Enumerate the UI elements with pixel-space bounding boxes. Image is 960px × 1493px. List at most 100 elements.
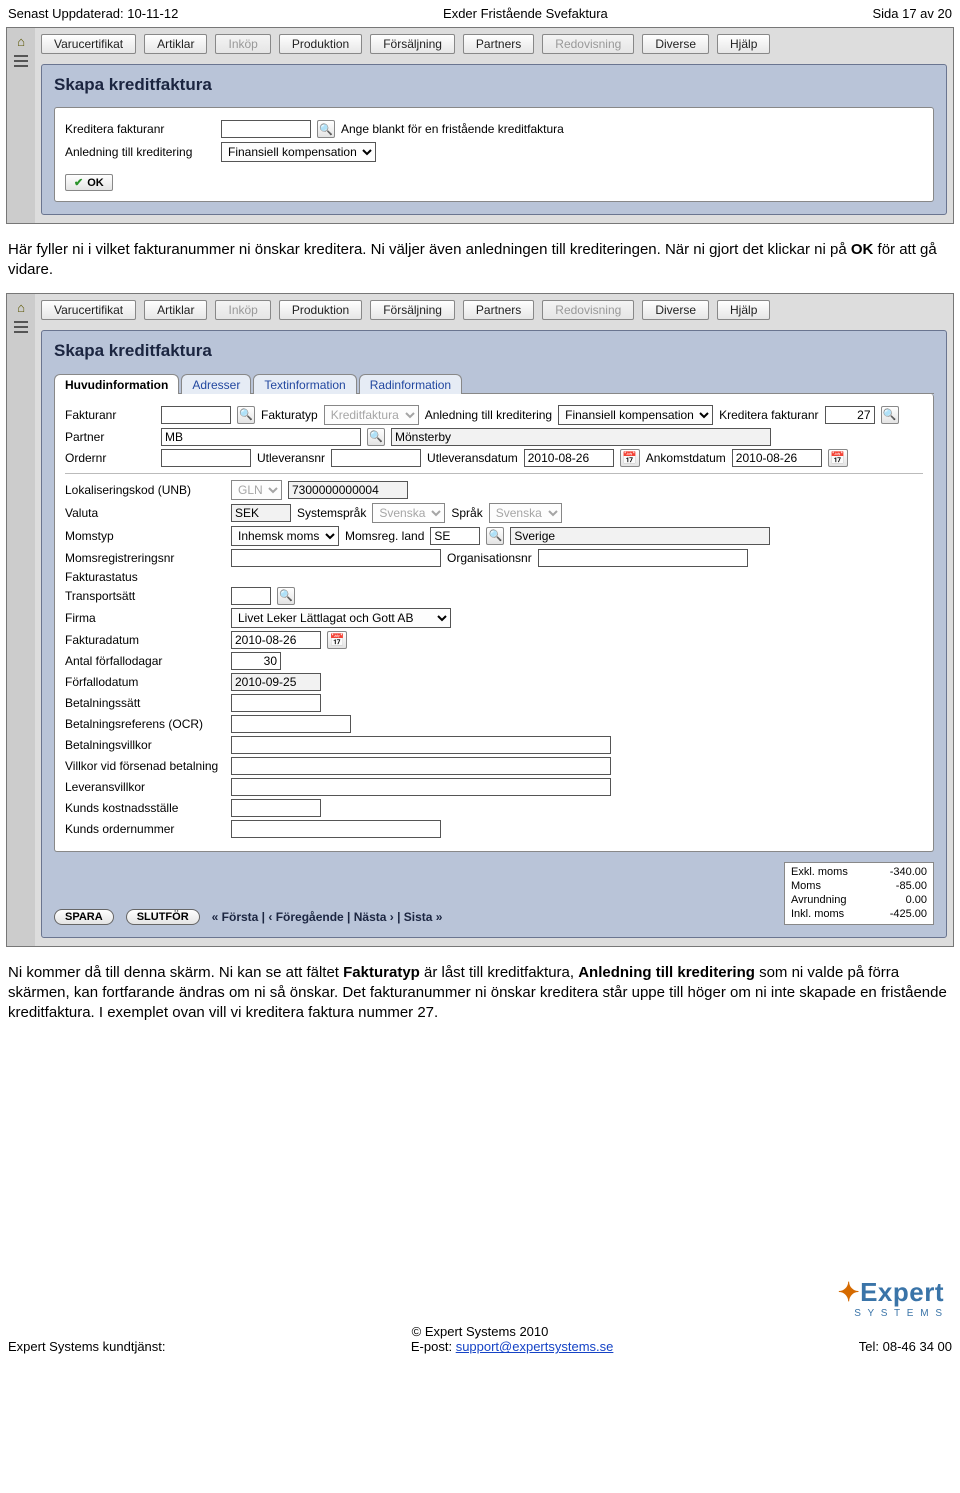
totals-avr-val: 0.00 xyxy=(906,893,927,907)
menu-diverse[interactable]: Diverse xyxy=(642,300,709,320)
menu-redovisning: Redovisning xyxy=(542,300,634,320)
support-email-link[interactable]: support@expertsystems.se xyxy=(456,1339,614,1354)
ordernr-input[interactable] xyxy=(161,449,251,467)
tab-huvudinformation[interactable]: Huvudinformation xyxy=(54,374,179,394)
home-icon[interactable]: ⌂ xyxy=(17,34,25,49)
kreditera-fakturanr-label: Kreditera fakturanr xyxy=(65,122,215,136)
search-icon[interactable]: 🔍 xyxy=(367,428,385,446)
menu-forsaljning[interactable]: Försäljning xyxy=(370,34,455,54)
antal-forfallodagar-label: Antal förfallodagar xyxy=(65,654,225,668)
systemsprak-label: Systemspråk xyxy=(297,506,366,520)
momsreg-code-input[interactable] xyxy=(430,527,480,545)
ok-button[interactable]: ✔ OK xyxy=(65,174,113,191)
anledning-label: Anledning till kreditering xyxy=(65,145,215,159)
calendar-icon[interactable]: 📅 xyxy=(327,631,347,649)
valuta-input xyxy=(231,504,291,522)
leveransvillkor-input[interactable] xyxy=(231,778,611,796)
totals-exkl-val: -340.00 xyxy=(890,865,927,879)
tab-textinformation[interactable]: Textinformation xyxy=(253,374,356,394)
tab-radinformation[interactable]: Radinformation xyxy=(359,374,462,394)
footer-left: Expert Systems kundtjänst: xyxy=(8,1339,166,1354)
fakturanr-input[interactable] xyxy=(161,406,231,424)
firma-select[interactable]: Livet Leker Lättlagat och Gott AB xyxy=(231,608,451,628)
momstyp-label: Momstyp xyxy=(65,529,225,543)
betalningssatt-input[interactable] xyxy=(231,694,321,712)
transportsatt-label: Transportsätt xyxy=(65,589,225,603)
list-icon[interactable] xyxy=(14,55,28,67)
home-icon[interactable]: ⌂ xyxy=(17,300,25,315)
menu-forsaljning[interactable]: Försäljning xyxy=(370,300,455,320)
ocr-input[interactable] xyxy=(231,715,351,733)
anledning-label-2: Anledning till kreditering xyxy=(425,408,552,422)
panel-2: Skapa kreditfaktura Huvudinformation Adr… xyxy=(41,330,947,938)
kreditera-fakturanr-input[interactable] xyxy=(221,120,311,138)
kunds-ordernr-label: Kunds ordernummer xyxy=(65,822,225,836)
menu-artiklar[interactable]: Artiklar xyxy=(144,34,207,54)
utleveransnr-input[interactable] xyxy=(331,449,421,467)
pager-links[interactable]: « Första | ‹ Föregående | Nästa › | Sist… xyxy=(212,910,443,924)
app-window-1: ⌂ Varucertifikat Artiklar Inköp Produkti… xyxy=(6,27,954,224)
utleveransdatum-input[interactable] xyxy=(524,449,614,467)
complete-button[interactable]: SLUTFÖR xyxy=(126,909,200,925)
menu-varucertifikat[interactable]: Varucertifikat xyxy=(41,300,136,320)
search-icon[interactable]: 🔍 xyxy=(317,120,335,138)
anledning-select-2[interactable]: Finansiell kompensation xyxy=(558,405,713,425)
antal-forfallodagar-input[interactable] xyxy=(231,652,281,670)
villkor-forsenad-label: Villkor vid försenad betalning xyxy=(65,759,225,773)
ocr-label: Betalningsreferens (OCR) xyxy=(65,717,225,731)
betalningsvillkor-input[interactable] xyxy=(231,736,611,754)
menu-bar: Varucertifikat Artiklar Inköp Produktion… xyxy=(35,28,953,60)
totals-box: Exkl. moms-340.00 Moms-85.00 Avrundning0… xyxy=(784,862,934,925)
totals-inkl-label: Inkl. moms xyxy=(791,907,844,921)
search-icon[interactable]: 🔍 xyxy=(486,527,504,545)
partner-name-input xyxy=(391,428,771,446)
doc-header: Senast Uppdaterad: 10-11-12 Exder Fristå… xyxy=(0,0,960,25)
momstyp-select[interactable]: Inhemsk moms xyxy=(231,526,339,546)
tab-adresser[interactable]: Adresser xyxy=(181,374,251,394)
menu-hjalp[interactable]: Hjälp xyxy=(717,34,770,54)
ordernr-label: Ordernr xyxy=(65,451,155,465)
search-icon[interactable]: 🔍 xyxy=(237,406,255,424)
tab-strip: Huvudinformation Adresser Textinformatio… xyxy=(54,373,934,394)
kunds-kostnadsstalle-input[interactable] xyxy=(231,799,321,817)
betalningssatt-label: Betalningssätt xyxy=(65,696,225,710)
orgnr-input[interactable] xyxy=(538,549,748,567)
anledning-select[interactable]: Finansiell kompensation xyxy=(221,142,376,162)
list-icon[interactable] xyxy=(14,321,28,333)
menu-partners[interactable]: Partners xyxy=(463,300,534,320)
menu-redovisning: Redovisning xyxy=(542,34,634,54)
search-icon[interactable]: 🔍 xyxy=(277,587,295,605)
menu-varucertifikat[interactable]: Varucertifikat xyxy=(41,34,136,54)
menu-hjalp[interactable]: Hjälp xyxy=(717,300,770,320)
kunds-ordernr-input[interactable] xyxy=(231,820,441,838)
betalningsvillkor-label: Betalningsvillkor xyxy=(65,738,225,752)
calendar-icon[interactable]: 📅 xyxy=(620,449,640,467)
lokaliseringskod-select: GLN xyxy=(231,480,282,500)
ok-button-label: OK xyxy=(87,177,104,189)
detail-form: Fakturanr 🔍 Fakturatyp Kreditfaktura Anl… xyxy=(54,394,934,852)
lokaliseringskod-input xyxy=(288,481,408,499)
ankomstdatum-input[interactable] xyxy=(732,449,822,467)
doc-header-center: Exder Fristående Svefaktura xyxy=(443,6,608,21)
copyright: © Expert Systems 2010 xyxy=(412,1324,549,1339)
menu-diverse[interactable]: Diverse xyxy=(642,34,709,54)
fakturadatum-input[interactable] xyxy=(231,631,321,649)
menu-artiklar[interactable]: Artiklar xyxy=(144,300,207,320)
momsreg-label: Momsreg. land xyxy=(345,529,424,543)
app-window-2: ⌂ Varucertifikat Artiklar Inköp Produkti… xyxy=(6,293,954,947)
calendar-icon[interactable]: 📅 xyxy=(828,449,848,467)
partner-code-input[interactable] xyxy=(161,428,361,446)
kreditera-fakturanr-input-2[interactable] xyxy=(825,406,875,424)
fakturadatum-label: Fakturadatum xyxy=(65,633,225,647)
menu-partners[interactable]: Partners xyxy=(463,34,534,54)
footer-right: Tel: 08-46 34 00 xyxy=(859,1339,952,1354)
lokaliseringskod-label: Lokaliseringskod (UNB) xyxy=(65,483,225,497)
search-icon[interactable]: 🔍 xyxy=(881,406,899,424)
villkor-forsenad-input[interactable] xyxy=(231,757,611,775)
menu-produktion[interactable]: Produktion xyxy=(279,300,362,320)
transportsatt-input[interactable] xyxy=(231,587,271,605)
menu-produktion[interactable]: Produktion xyxy=(279,34,362,54)
save-button[interactable]: SPARA xyxy=(54,909,114,925)
paragraph-1: Här fyller ni i vilket fakturanummer ni … xyxy=(0,232,960,291)
momsregnr-input[interactable] xyxy=(231,549,441,567)
